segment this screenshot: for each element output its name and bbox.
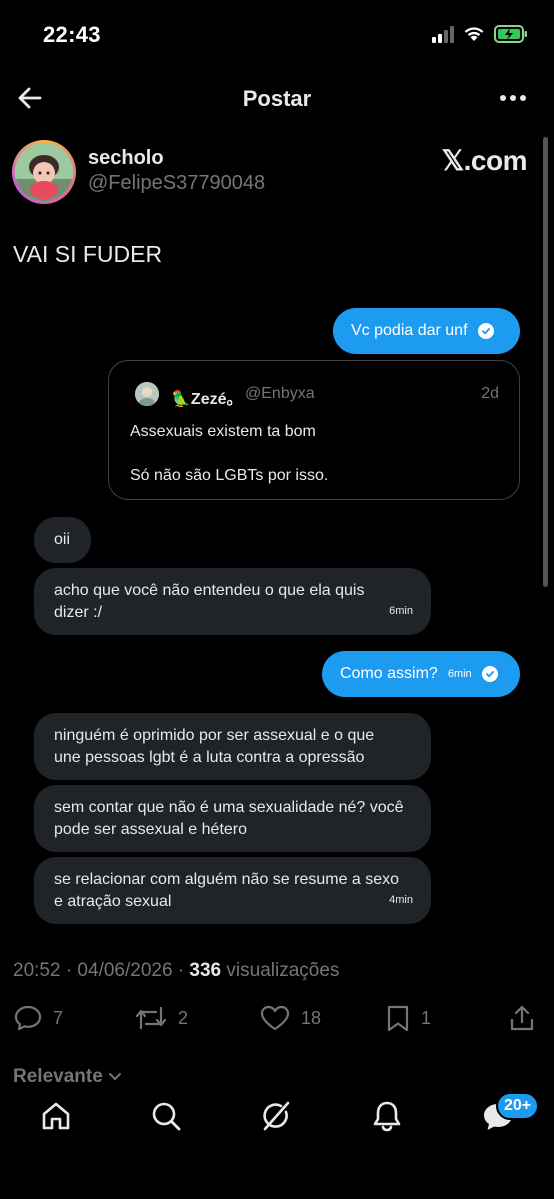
- post-meta: 20:52 · 04/06/2026 · 336 visualizações: [13, 960, 339, 982]
- battery-charging-icon: [494, 25, 527, 43]
- author-handle[interactable]: @FelipeS37790048: [88, 172, 265, 195]
- bookmark-count: 1: [421, 1007, 432, 1028]
- read-check-icon: [481, 666, 498, 682]
- status-icons: [432, 25, 528, 43]
- heart-icon: [260, 1005, 290, 1031]
- outgoing-message-bubble: Como assim? 6min: [322, 651, 520, 697]
- incoming-message-bubble: acho que você não entendeu o que ela qui…: [34, 568, 431, 635]
- scrollbar[interactable]: [543, 137, 548, 587]
- bookmark-button[interactable]: 1: [385, 1004, 431, 1032]
- view-count: 336: [189, 960, 222, 981]
- like-button[interactable]: 18: [259, 1004, 321, 1032]
- bell-icon: [373, 1101, 401, 1132]
- outgoing-message-bubble: Vc podia dar unf: [333, 308, 520, 354]
- tab-grok[interactable]: [256, 1096, 296, 1136]
- quoted-post-text-line: Só não são LGBTs por isso.: [130, 467, 329, 484]
- message-text-line: sem contar que não é uma sexualidade né?…: [54, 799, 404, 816]
- chevron-down-icon: [109, 1073, 122, 1081]
- status-time: 22:43: [43, 22, 101, 47]
- bookmark-icon: [387, 1005, 409, 1032]
- author-display-name[interactable]: secholo: [88, 147, 164, 170]
- share-button[interactable]: [508, 1004, 536, 1032]
- tab-home[interactable]: [36, 1096, 76, 1136]
- message-text-line: ninguém é oprimido por ser assexual e o …: [54, 727, 375, 744]
- post-timestamp: 20:52 · 04/06/2026 ·: [13, 960, 190, 981]
- status-bar: 22:43: [0, 0, 554, 70]
- reply-count: 7: [53, 1007, 64, 1028]
- share-icon: [510, 1005, 534, 1031]
- repost-count: 2: [178, 1007, 189, 1028]
- message-text: oii: [54, 531, 71, 548]
- wifi-icon: [464, 27, 484, 41]
- message-text: Como assim?: [340, 665, 438, 682]
- message-text-line: pode ser assexual e hétero: [54, 821, 248, 838]
- avatar-illustration: [15, 143, 73, 201]
- quoted-author-handle: @Enbyxa: [245, 385, 315, 402]
- quoted-author-name: 🦜Zezé。: [171, 391, 243, 408]
- grok-icon: [263, 1101, 290, 1131]
- incoming-message-bubble: sem contar que não é uma sexualidade né?…: [34, 785, 431, 852]
- message-text-line: se relacionar com alguém não se resume a…: [54, 871, 400, 888]
- x-com-logo: 𝕏.com: [441, 145, 528, 176]
- messages-badge: 20+: [496, 1092, 540, 1120]
- like-count: 18: [301, 1007, 322, 1028]
- read-check-icon: [477, 323, 494, 339]
- incoming-message-bubble: oii: [34, 517, 91, 563]
- message-text-line: e atração sexual: [54, 893, 172, 910]
- author-avatar[interactable]: [12, 140, 76, 204]
- quoted-post-date: 2d: [481, 385, 499, 402]
- tab-search[interactable]: [146, 1096, 186, 1136]
- sort-replies-dropdown[interactable]: Relevante: [13, 1066, 122, 1088]
- reply-icon: [14, 1005, 42, 1031]
- bottom-tab-bar: [0, 1086, 554, 1199]
- message-text-line: une pessoas lgbt é a luta contra a opres…: [54, 749, 365, 766]
- post-actions-bar: 7 2 18 1: [0, 1000, 554, 1040]
- repost-button[interactable]: 2: [134, 1004, 188, 1032]
- quoted-post-text-line: Assexuais existem ta bom: [130, 423, 316, 440]
- reply-button[interactable]: 7: [13, 1004, 63, 1032]
- message-text-line: dizer :/: [54, 604, 103, 621]
- message-text-line: acho que você não entendeu o que ela qui…: [54, 582, 365, 599]
- top-navigation-bar: Postar: [0, 70, 554, 126]
- incoming-message-bubble: ninguém é oprimido por ser assexual e o …: [34, 713, 431, 780]
- tab-notifications[interactable]: [367, 1096, 407, 1136]
- more-options-icon[interactable]: [500, 84, 530, 112]
- views-label: visualizações: [221, 960, 340, 981]
- sort-label: Relevante: [13, 1066, 103, 1087]
- message-text: Vc podia dar unf: [351, 322, 468, 339]
- quoted-post-card[interactable]: 🦜Zezé。 @Enbyxa 2d Assexuais existem ta b…: [108, 360, 520, 500]
- message-timestamp: 6min: [389, 605, 413, 617]
- message-timestamp: 4min: [389, 894, 413, 906]
- cellular-signal-icon: [432, 25, 454, 43]
- message-timestamp: 6min: [447, 668, 472, 680]
- incoming-message-bubble: se relacionar com alguém não se resume a…: [34, 857, 431, 924]
- home-icon: [42, 1102, 70, 1130]
- repost-icon: [135, 1006, 167, 1030]
- post-text: VAI SI FUDER: [13, 241, 163, 267]
- search-icon: [152, 1102, 181, 1131]
- quoted-author-avatar: [135, 382, 159, 406]
- page-title: Postar: [242, 86, 312, 111]
